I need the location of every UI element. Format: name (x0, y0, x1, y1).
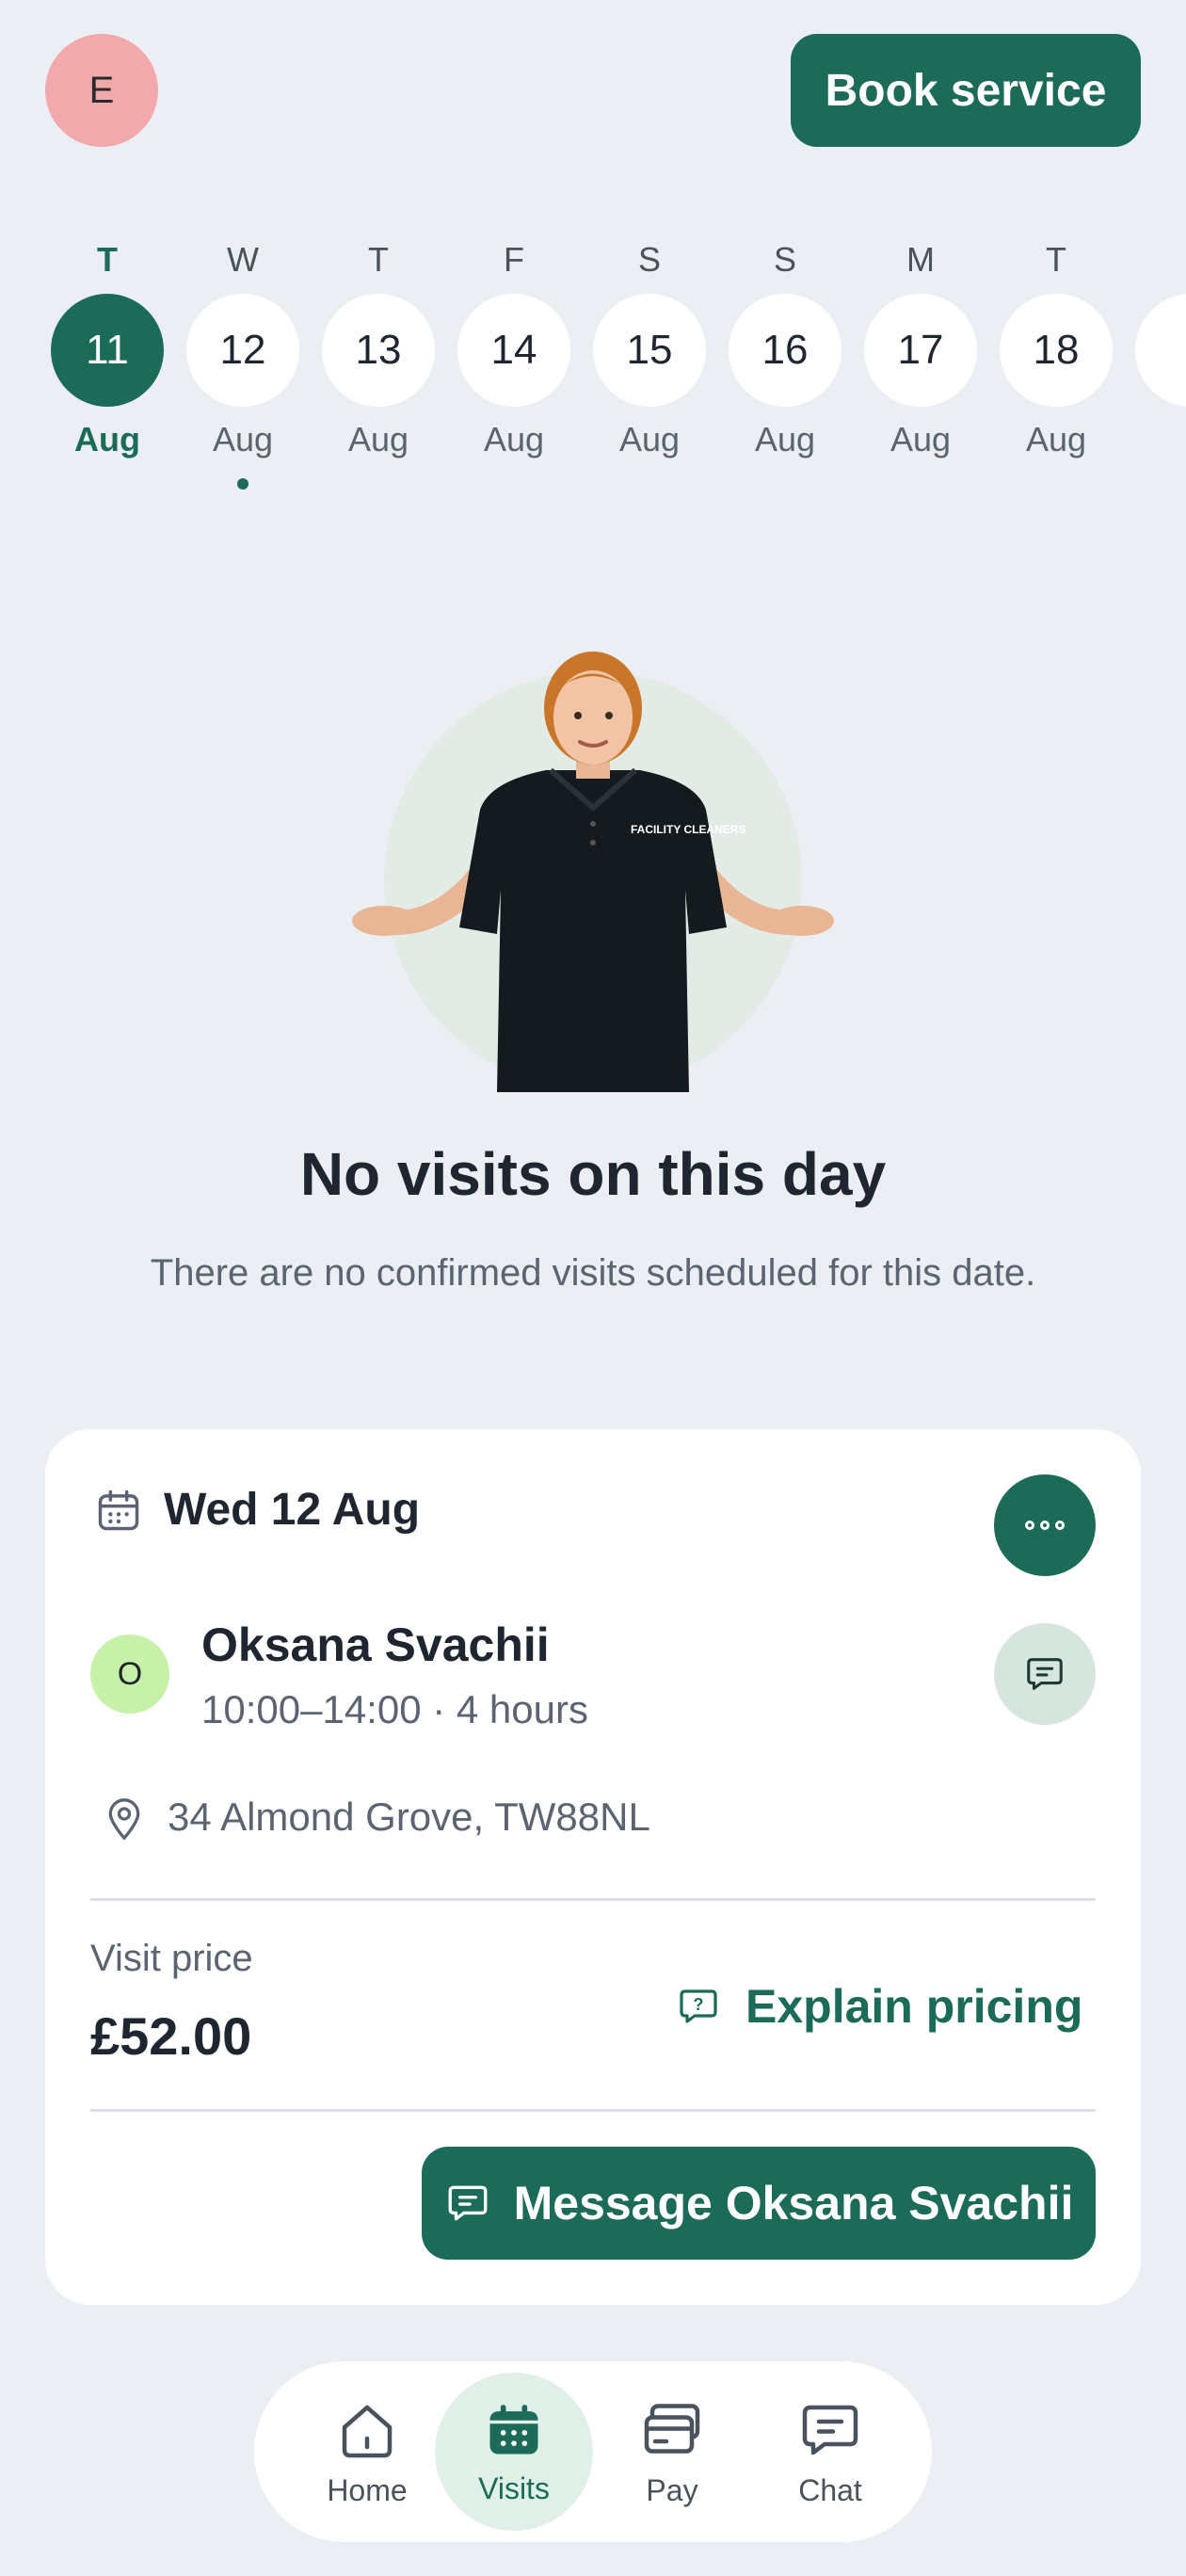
location-pin-icon (108, 1798, 140, 1841)
nav-label-chat: Chat (798, 2472, 862, 2507)
date-item-12[interactable]: W 12 Aug (184, 235, 301, 490)
chat-icon (1027, 1658, 1063, 1690)
month-label: Aug (1025, 420, 1087, 459)
month-label: Aug (74, 420, 140, 459)
nav-item-pay[interactable]: Pay (593, 2361, 751, 2542)
date-circle: 14 (457, 294, 570, 407)
date-item-13[interactable]: T 13 Aug (320, 235, 437, 459)
month-label: Aug (347, 420, 409, 459)
empty-state-title: No visits on this day (299, 1140, 887, 1208)
explain-pricing-link[interactable]: ? Explain pricing (676, 1973, 1082, 2039)
weekday-label: T (368, 240, 389, 279)
month-label: Aug (754, 420, 816, 459)
date-circle: 18 (1000, 294, 1113, 407)
nav-label-visits: Visits (478, 2471, 550, 2505)
more-icon (1025, 1521, 1034, 1530)
chat-icon (448, 2185, 488, 2221)
empty-state-subtitle: There are no confirmed visits scheduled … (150, 1252, 1036, 1294)
message-button-label: Message Oksana Svachii (513, 2177, 1074, 2230)
date-circle: 11 (51, 294, 164, 407)
visit-address: 34 Almond Grove, TW88NL (168, 1795, 650, 1839)
message-cleaner-button[interactable]: Message Oksana Svachii (422, 2147, 1096, 2260)
cleaner-avatar: O (90, 1634, 169, 1714)
nav-label-home: Home (327, 2472, 408, 2507)
user-avatar[interactable]: E (45, 34, 158, 147)
month-label: Aug (483, 420, 545, 459)
nav-item-chat[interactable]: Chat (751, 2361, 909, 2542)
month-label: Aug (618, 420, 681, 459)
nav-label-pay: Pay (646, 2472, 698, 2507)
visit-card: Wed 12 Aug O Oksana Svachii 10:00–14:00 … (45, 1429, 1141, 2305)
visit-date: Wed 12 Aug (164, 1485, 421, 1535)
visit-price: £52.00 (90, 2006, 252, 2066)
date-item-15[interactable]: S 15 Aug (591, 235, 708, 459)
cleaner-shrug-illustration: FACILITY CLEANERS (352, 652, 834, 1092)
date-item-17[interactable]: M 17 Aug (862, 235, 979, 459)
visit-time: 10:00–14:00 · 4 hours (201, 1687, 588, 1731)
weekday-label: S (773, 240, 796, 279)
more-options-button[interactable] (994, 1474, 1096, 1576)
home-icon (342, 2405, 393, 2457)
card-icon (644, 2403, 700, 2454)
date-circle: 17 (864, 294, 977, 407)
date-strip[interactable]: T 11 Aug W 12 Aug T 13 Aug F 14 Aug S 15… (0, 235, 1186, 518)
calendar-icon (489, 2404, 538, 2454)
divider (90, 2109, 1096, 2112)
divider (90, 1898, 1096, 1901)
weekday-label: S (637, 240, 661, 279)
weekday-label: W (227, 240, 259, 279)
cleaner-name: Oksana Svachii (201, 1618, 550, 1671)
weekday-label: T (97, 240, 118, 279)
date-circle: 12 (186, 294, 299, 407)
price-label: Visit price (90, 1938, 253, 1979)
date-item-16[interactable]: S 16 Aug (727, 235, 843, 459)
date-item-18[interactable]: T 18 Aug (998, 235, 1114, 459)
book-service-button[interactable]: Book service (791, 34, 1141, 147)
month-label: Aug (212, 420, 274, 459)
chat-icon (802, 2405, 858, 2455)
weekday-label: T (1046, 240, 1066, 279)
shirt-logo-text: FACILITY CLEANERS (631, 823, 745, 836)
weekday-label: F (504, 240, 524, 279)
chat-cleaner-button[interactable] (994, 1623, 1096, 1725)
date-circle: 15 (593, 294, 706, 407)
date-circle (1135, 294, 1186, 407)
nav-item-visits[interactable]: Visits (435, 2361, 593, 2542)
date-item-11[interactable]: T 11 Aug (49, 235, 166, 459)
visit-indicator-dot (237, 478, 248, 490)
help-chat-icon: ? (680, 1989, 717, 2023)
explain-pricing-label: Explain pricing (745, 1980, 1083, 2033)
weekday-label: M (906, 240, 935, 279)
date-circle: 16 (729, 294, 841, 407)
date-item-next-partial[interactable] (1133, 235, 1186, 407)
date-circle: 13 (322, 294, 435, 407)
nav-item-home[interactable]: Home (288, 2361, 446, 2542)
calendar-icon (98, 1489, 139, 1531)
date-item-14[interactable]: F 14 Aug (456, 235, 572, 459)
month-label: Aug (890, 420, 952, 459)
svg-text:?: ? (694, 1995, 704, 2014)
bottom-nav: Home Visits Pay Chat (254, 2361, 932, 2542)
